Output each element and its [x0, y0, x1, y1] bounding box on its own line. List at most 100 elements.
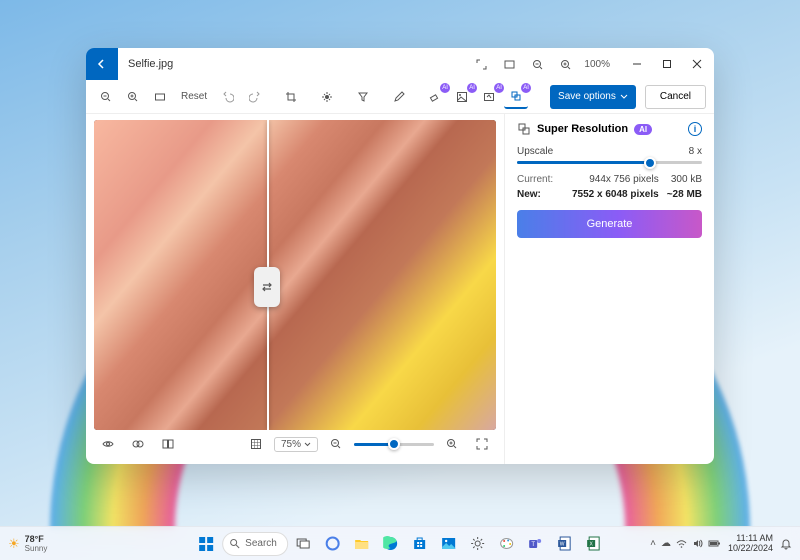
info-icon[interactable]: i	[688, 122, 702, 136]
temperature: 78°F	[25, 534, 48, 544]
close-button[interactable]	[682, 50, 712, 78]
minimize-button[interactable]	[622, 50, 652, 78]
fullscreen-icon[interactable]	[470, 432, 494, 456]
canvas-area: 75%	[86, 114, 504, 464]
edge-icon[interactable]	[378, 531, 404, 557]
upscale-value: 8 x	[689, 146, 702, 157]
canvas-footer: 75%	[94, 430, 496, 458]
teams-icon[interactable]: T	[523, 531, 549, 557]
fit-icon[interactable]	[496, 51, 522, 77]
back-button[interactable]	[86, 48, 118, 80]
ai-badge-icon: AI	[467, 83, 477, 93]
svg-text:T: T	[532, 542, 536, 548]
battery-icon[interactable]	[708, 538, 721, 549]
zoom-out-footer[interactable]	[324, 432, 348, 456]
settings-icon[interactable]	[465, 531, 491, 557]
ai-badge-icon: AI	[440, 83, 450, 93]
image-canvas[interactable]	[94, 120, 496, 430]
current-label: Current:	[517, 174, 553, 185]
zoom-out-tool[interactable]	[94, 85, 118, 109]
view-original-icon[interactable]	[96, 432, 120, 456]
notifications-icon[interactable]	[780, 538, 792, 550]
chevron-down-icon	[620, 93, 628, 101]
new-dims: 7552 x 6048 pixels	[561, 189, 659, 200]
task-view-icon[interactable]	[291, 531, 317, 557]
cancel-button[interactable]: Cancel	[645, 85, 706, 109]
zoom-percent-dropdown[interactable]: 75%	[274, 437, 318, 452]
filter-tool[interactable]	[351, 85, 375, 109]
save-options-button[interactable]: Save options	[550, 85, 636, 109]
reset-button[interactable]: Reset	[175, 85, 213, 109]
current-size: 300 kB	[667, 174, 702, 185]
weather-widget[interactable]: ☀ 78°F Sunny	[8, 534, 47, 553]
compare-toggle-icon[interactable]	[126, 432, 150, 456]
zoom-slider[interactable]	[354, 443, 434, 446]
paint-icon[interactable]	[494, 531, 520, 557]
chevron-down-icon	[304, 441, 311, 448]
start-button[interactable]	[193, 531, 219, 557]
upscale-icon	[517, 122, 531, 136]
svg-text:W: W	[560, 542, 565, 548]
zoom-in-icon[interactable]	[552, 51, 578, 77]
panel-title: Super Resolution	[537, 123, 628, 135]
zoom-label: 100%	[584, 59, 610, 70]
weather-label: Sunny	[25, 544, 48, 553]
dimensions-info: Current: 944x 756 pixels 300 kB New: 755…	[517, 174, 702, 200]
swap-arrows-icon	[260, 280, 274, 294]
ai-tag: AI	[634, 124, 652, 135]
ai-badge-icon: AI	[521, 83, 531, 93]
new-size: ~28 MB	[667, 189, 702, 200]
grid-icon[interactable]	[244, 432, 268, 456]
word-icon[interactable]: W	[552, 531, 578, 557]
maximize-button[interactable]	[652, 50, 682, 78]
undo-button[interactable]	[216, 85, 240, 109]
search-box[interactable]: Search	[222, 532, 288, 556]
app-window: Selfie.jpg 100% Reset AI A	[86, 48, 714, 464]
date: 10/22/2024	[728, 544, 773, 554]
clock[interactable]: 11:11 AM 10/22/2024	[728, 534, 773, 554]
explorer-icon[interactable]	[349, 531, 375, 557]
onedrive-icon[interactable]: ☁	[661, 538, 671, 549]
photos-icon[interactable]	[436, 531, 462, 557]
copilot-icon[interactable]	[320, 531, 346, 557]
file-title: Selfie.jpg	[128, 58, 468, 70]
background-tool[interactable]: AI	[450, 85, 474, 109]
upscale-slider[interactable]	[517, 161, 702, 164]
search-icon	[229, 538, 240, 549]
volume-icon[interactable]	[692, 538, 703, 549]
markup-tool[interactable]	[387, 85, 411, 109]
chevron-up-icon[interactable]: ˄	[650, 538, 656, 549]
erase-tool[interactable]: AI	[423, 85, 447, 109]
ai-badge-icon: AI	[494, 83, 504, 93]
super-resolution-tool[interactable]: AI	[504, 85, 528, 109]
compare-handle[interactable]	[254, 267, 280, 307]
fit-tool[interactable]	[148, 85, 172, 109]
store-icon[interactable]	[407, 531, 433, 557]
arrow-left-icon	[96, 58, 108, 70]
redo-button[interactable]	[243, 85, 267, 109]
crop-tool[interactable]	[279, 85, 303, 109]
zoom-in-footer[interactable]	[440, 432, 464, 456]
photo-content	[94, 120, 496, 430]
generative-tool[interactable]: AI	[477, 85, 501, 109]
zoom-in-tool[interactable]	[121, 85, 145, 109]
panel-header: Super Resolution AI i	[517, 122, 702, 136]
super-resolution-panel: Super Resolution AI i Upscale 8 x Curren…	[504, 114, 714, 464]
upscale-slider-thumb[interactable]	[644, 157, 656, 169]
taskbar: ☀ 78°F Sunny Search T W X ˄ ☁ 11:11 AM 1…	[0, 526, 800, 560]
excel-icon[interactable]: X	[581, 531, 607, 557]
titlebar: Selfie.jpg 100%	[86, 48, 714, 80]
upscale-label: Upscale	[517, 146, 553, 157]
toolbar: Reset AI AI AI AI Save options Cancel	[86, 80, 714, 114]
system-tray[interactable]: ˄ ☁	[650, 538, 721, 549]
adjust-tool[interactable]	[315, 85, 339, 109]
zoom-out-icon[interactable]	[524, 51, 550, 77]
new-label: New:	[517, 189, 553, 200]
current-dims: 944x 756 pixels	[561, 174, 659, 185]
wifi-icon[interactable]	[676, 538, 687, 549]
generate-button[interactable]: Generate	[517, 210, 702, 238]
sun-icon: ☀	[8, 536, 20, 552]
split-view-icon[interactable]	[156, 432, 180, 456]
expand-icon[interactable]	[468, 51, 494, 77]
zoom-slider-thumb[interactable]	[388, 438, 400, 450]
